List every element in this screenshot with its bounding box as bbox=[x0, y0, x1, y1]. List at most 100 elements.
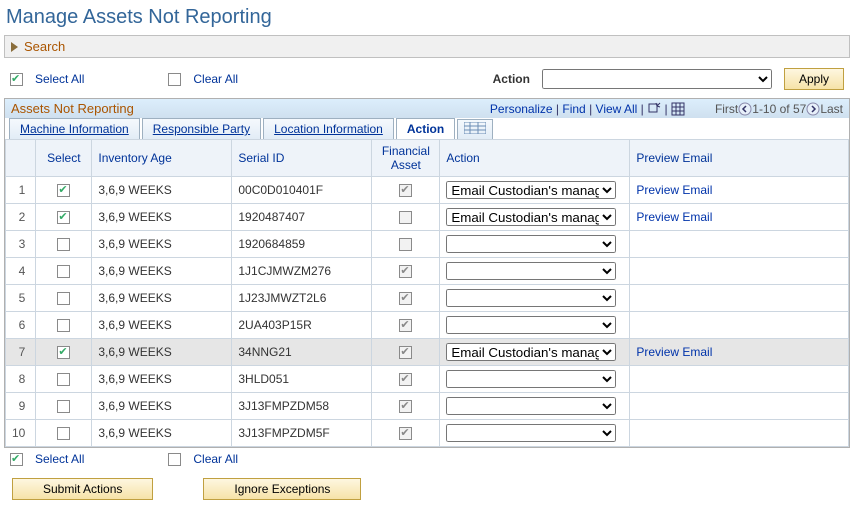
row-action-select[interactable]: Email Custodian's manager bbox=[446, 208, 616, 226]
row-action-select[interactable]: Email Custodian's manager bbox=[446, 343, 616, 361]
zoom-icon[interactable] bbox=[647, 102, 661, 116]
row-serial: 1J23JMWZT2L6 bbox=[232, 285, 372, 312]
row-action-select[interactable] bbox=[446, 262, 616, 280]
ignore-exceptions-button[interactable]: Ignore Exceptions bbox=[203, 478, 361, 500]
nav-last[interactable]: Last bbox=[820, 102, 843, 116]
page-title: Manage Assets Not Reporting bbox=[6, 6, 850, 29]
row-action-select[interactable] bbox=[446, 370, 616, 388]
row-select-checkbox[interactable] bbox=[57, 346, 70, 359]
row-select-checkbox[interactable] bbox=[57, 265, 70, 278]
nav-range: 1-10 of 57 bbox=[752, 102, 806, 116]
action-select-top[interactable] bbox=[542, 69, 772, 89]
row-financial-checkbox bbox=[399, 427, 412, 440]
row-financial-checkbox bbox=[399, 238, 412, 251]
clear-all-top-checkbox[interactable] bbox=[168, 73, 181, 86]
select-all-bottom-link[interactable]: Select All bbox=[35, 452, 84, 466]
table-row: 53,6,9 WEEKS1J23JMWZT2L6 bbox=[6, 285, 849, 312]
row-serial: 3J13FMPZDM5F bbox=[232, 420, 372, 447]
clear-all-bottom-checkbox[interactable] bbox=[168, 453, 181, 466]
row-number: 8 bbox=[6, 366, 36, 393]
tab-action[interactable]: Action bbox=[396, 118, 455, 139]
col-age[interactable]: Inventory Age bbox=[92, 140, 232, 177]
row-action-select[interactable] bbox=[446, 316, 616, 334]
table-row: 4 3,6,9 WEEKS1J1CJMWZM276 bbox=[6, 258, 849, 285]
row-serial: 34NNG21 bbox=[232, 339, 372, 366]
row-select-checkbox[interactable] bbox=[57, 373, 70, 386]
show-all-columns-icon[interactable] bbox=[457, 119, 493, 139]
table-row: 103,6,9 WEEKS3J13FMPZDM5F bbox=[6, 420, 849, 447]
tab-location-information[interactable]: Location Information bbox=[263, 118, 394, 139]
preview-email-link[interactable]: Preview Email bbox=[636, 345, 712, 359]
col-select[interactable]: Select bbox=[36, 140, 92, 177]
apply-button[interactable]: Apply bbox=[784, 68, 844, 90]
col-fin[interactable]: Financial Asset bbox=[372, 140, 440, 177]
row-financial-checkbox bbox=[399, 292, 412, 305]
select-all-bottom-checkbox[interactable] bbox=[10, 453, 23, 466]
col-serial[interactable]: Serial ID bbox=[232, 140, 372, 177]
expand-arrow-icon bbox=[11, 42, 18, 52]
row-number: 4 bbox=[6, 258, 36, 285]
table-row: 3 3,6,9 WEEKS1920684859 bbox=[6, 231, 849, 258]
tab-strip: Machine Information Responsible Party Lo… bbox=[5, 118, 849, 139]
submit-actions-button[interactable]: Submit Actions bbox=[12, 478, 153, 500]
search-label: Search bbox=[24, 39, 65, 54]
table-row: 63,6,9 WEEKS2UA403P15R bbox=[6, 312, 849, 339]
preview-email-link[interactable]: Preview Email bbox=[636, 210, 712, 224]
row-select-checkbox[interactable] bbox=[57, 292, 70, 305]
row-serial: 3J13FMPZDM58 bbox=[232, 393, 372, 420]
row-select-checkbox[interactable] bbox=[57, 400, 70, 413]
row-select-checkbox[interactable] bbox=[57, 238, 70, 251]
row-financial-checkbox bbox=[399, 184, 412, 197]
prev-arrow-icon[interactable] bbox=[738, 102, 752, 116]
row-action-select[interactable] bbox=[446, 424, 616, 442]
row-age: 3,6,9 WEEKS bbox=[92, 366, 232, 393]
row-serial: 00C0D010401F bbox=[232, 177, 372, 204]
grid-icon[interactable] bbox=[671, 102, 685, 116]
assets-panel: Assets Not Reporting Personalize | Find … bbox=[4, 98, 850, 448]
table-row: 73,6,9 WEEKS34NNG21Email Custodian's man… bbox=[6, 339, 849, 366]
view-all-link[interactable]: View All bbox=[596, 102, 638, 116]
panel-header: Assets Not Reporting Personalize | Find … bbox=[5, 99, 849, 118]
row-serial: 3HLD051 bbox=[232, 366, 372, 393]
row-age: 3,6,9 WEEKS bbox=[92, 312, 232, 339]
tab-responsible-party[interactable]: Responsible Party bbox=[142, 118, 261, 139]
table-row: 93,6,9 WEEKS3J13FMPZDM58 bbox=[6, 393, 849, 420]
row-select-checkbox[interactable] bbox=[57, 319, 70, 332]
action-label: Action bbox=[493, 72, 530, 86]
row-financial-checkbox bbox=[399, 211, 412, 224]
row-age: 3,6,9 WEEKS bbox=[92, 339, 232, 366]
nav-first[interactable]: First bbox=[715, 102, 738, 116]
row-number: 5 bbox=[6, 285, 36, 312]
row-financial-checkbox bbox=[399, 265, 412, 278]
select-all-top-checkbox[interactable] bbox=[10, 73, 23, 86]
col-num bbox=[6, 140, 36, 177]
clear-all-top-link[interactable]: Clear All bbox=[193, 72, 238, 86]
row-number: 2 bbox=[6, 204, 36, 231]
col-action[interactable]: Action bbox=[440, 140, 630, 177]
find-link[interactable]: Find bbox=[562, 102, 585, 116]
row-select-checkbox[interactable] bbox=[57, 211, 70, 224]
row-action-select[interactable] bbox=[446, 397, 616, 415]
row-financial-checkbox bbox=[399, 346, 412, 359]
clear-all-bottom-link[interactable]: Clear All bbox=[193, 452, 238, 466]
row-age: 3,6,9 WEEKS bbox=[92, 258, 232, 285]
select-all-top-link[interactable]: Select All bbox=[35, 72, 84, 86]
next-arrow-icon[interactable] bbox=[806, 102, 820, 116]
search-section[interactable]: Search bbox=[4, 35, 850, 58]
col-preview[interactable]: Preview Email bbox=[630, 140, 849, 177]
row-number: 3 bbox=[6, 231, 36, 258]
row-age: 3,6,9 WEEKS bbox=[92, 231, 232, 258]
row-serial: 1920684859 bbox=[232, 231, 372, 258]
row-select-checkbox[interactable] bbox=[57, 184, 70, 197]
row-action-select[interactable] bbox=[446, 289, 616, 307]
row-number: 10 bbox=[6, 420, 36, 447]
row-action-select[interactable] bbox=[446, 235, 616, 253]
row-select-checkbox[interactable] bbox=[57, 427, 70, 440]
row-serial: 1J1CJMWZM276 bbox=[232, 258, 372, 285]
tab-machine-information[interactable]: Machine Information bbox=[9, 118, 140, 139]
row-action-select[interactable]: Email Custodian's manager bbox=[446, 181, 616, 199]
row-serial: 2UA403P15R bbox=[232, 312, 372, 339]
personalize-link[interactable]: Personalize bbox=[490, 102, 553, 116]
row-serial: 1920487407 bbox=[232, 204, 372, 231]
preview-email-link[interactable]: Preview Email bbox=[636, 183, 712, 197]
